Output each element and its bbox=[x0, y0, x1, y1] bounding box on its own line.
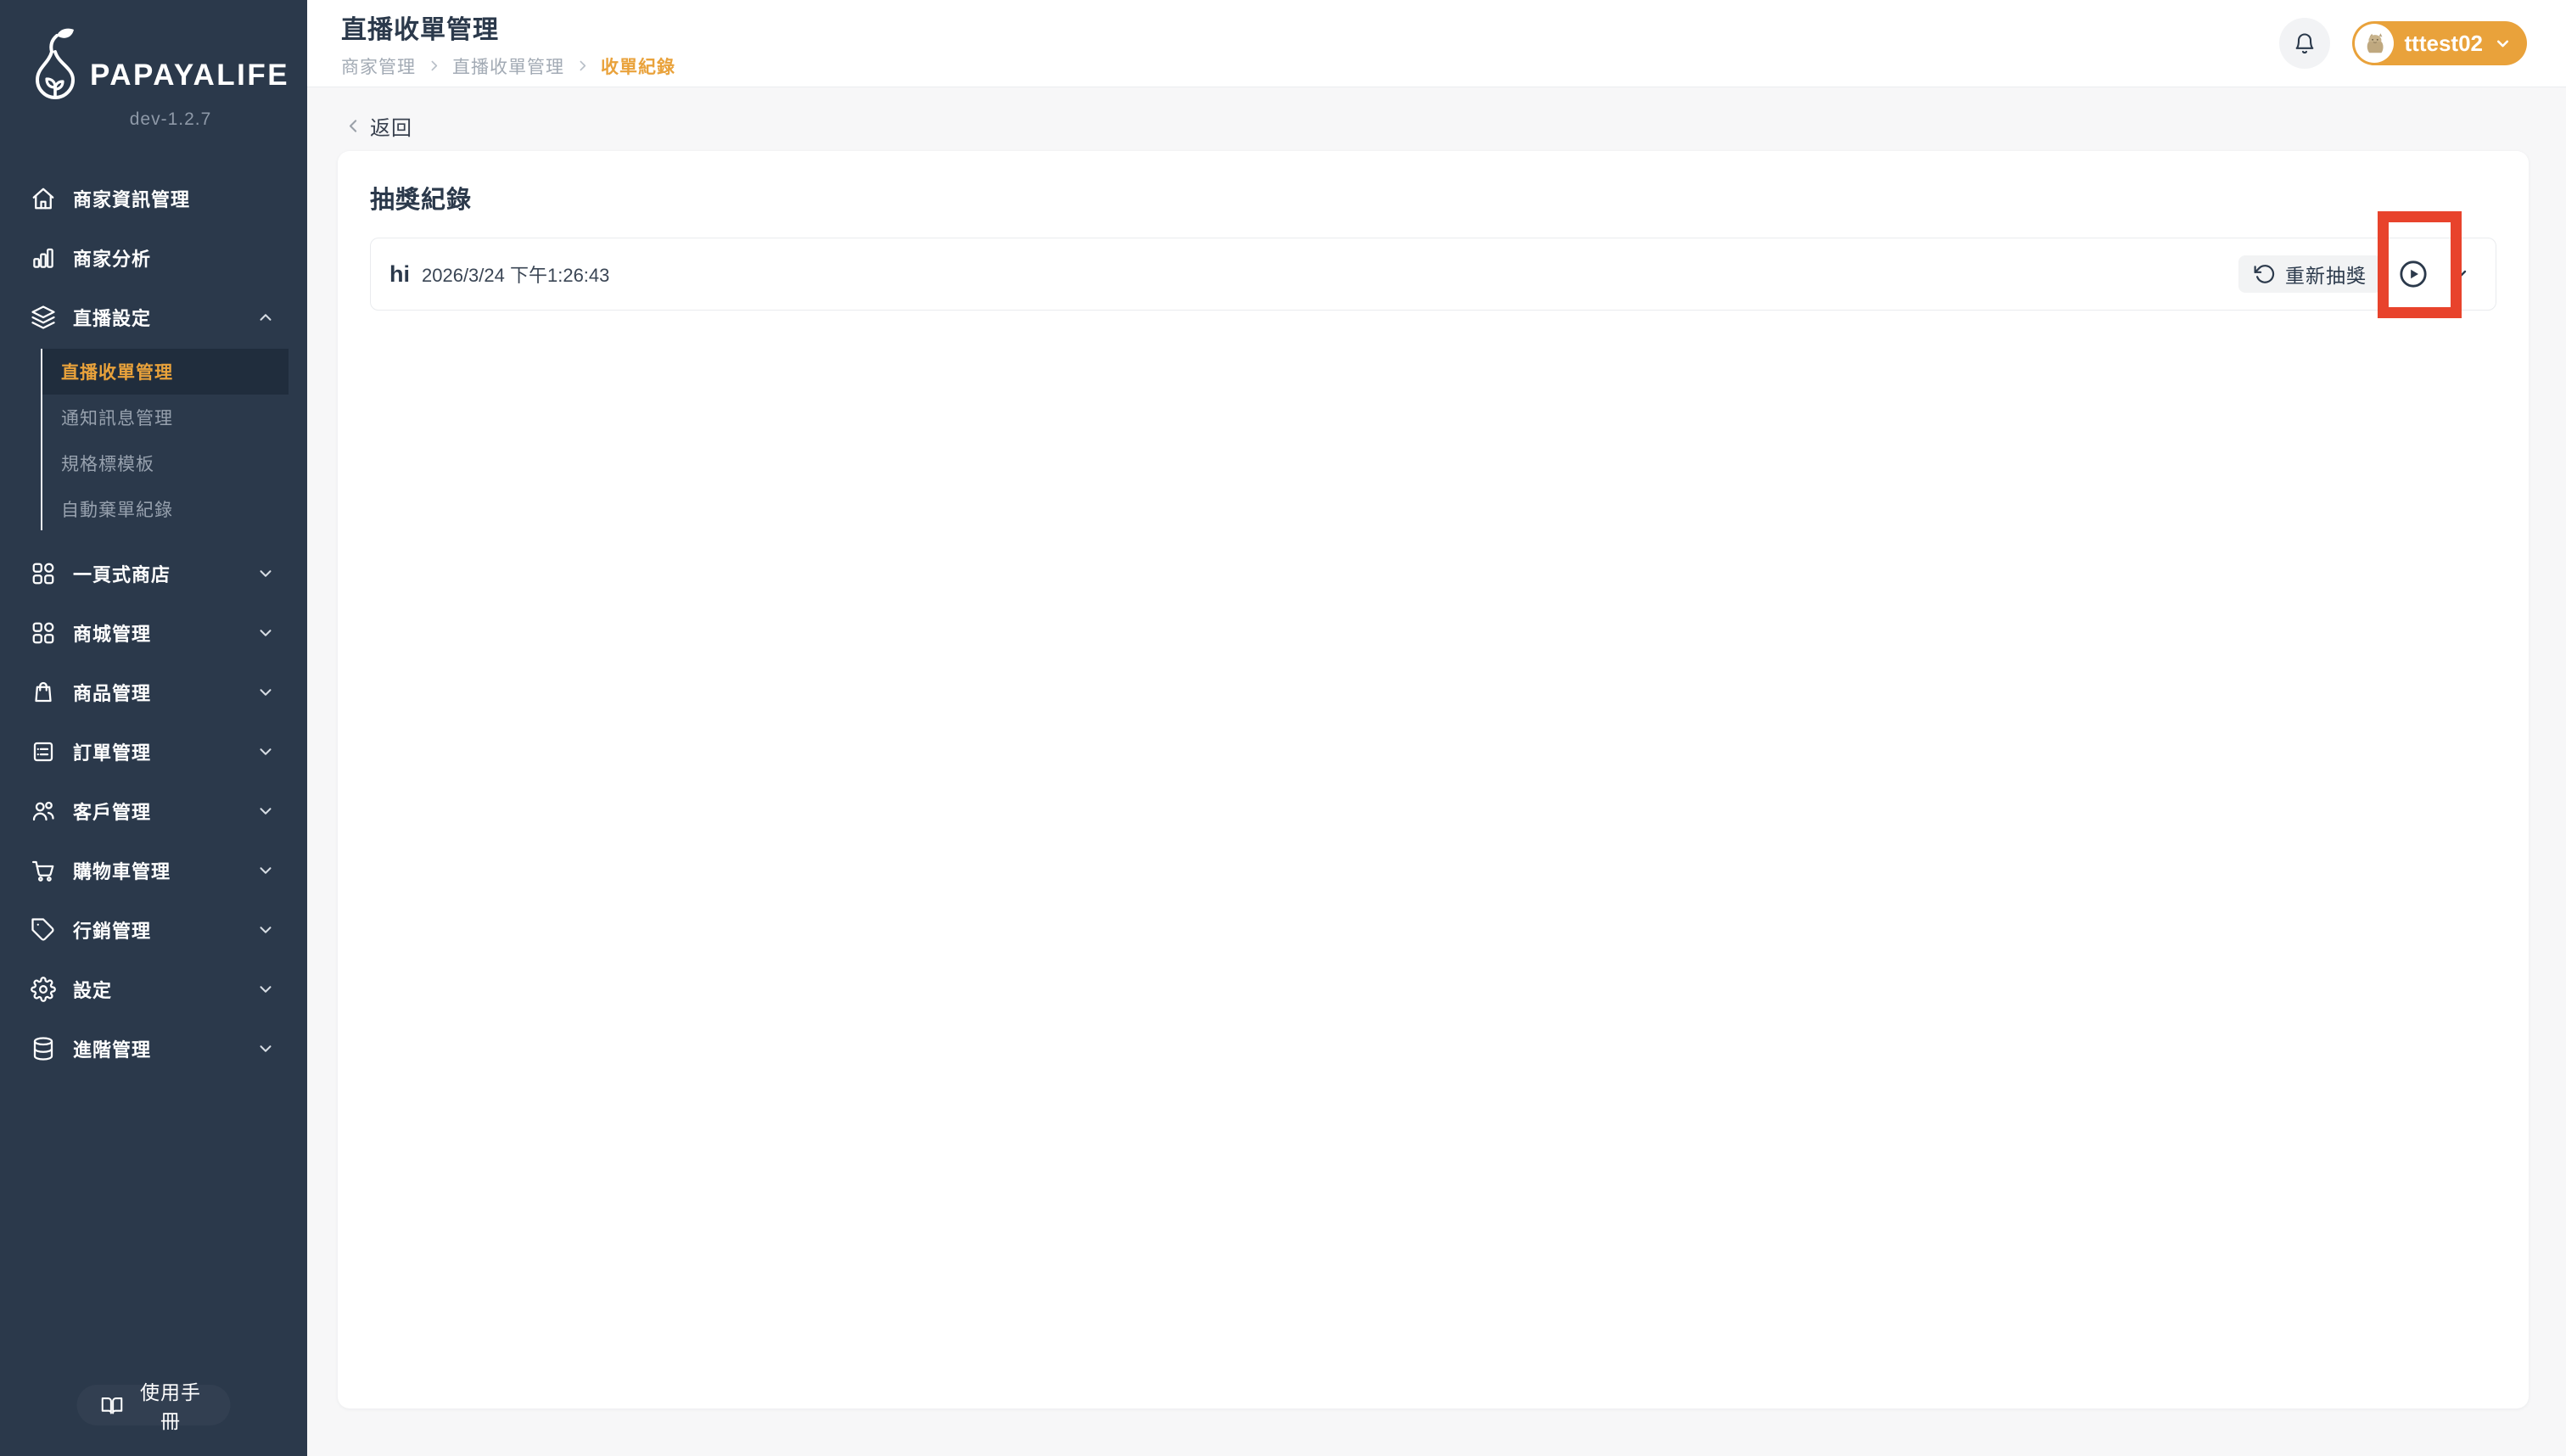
breadcrumb-item[interactable]: 直播收單管理 bbox=[452, 53, 564, 79]
chevron-left-icon bbox=[345, 117, 362, 135]
card-title: 抽獎紀錄 bbox=[370, 180, 2496, 216]
sidebar-item-advanced-management[interactable]: 進階管理 bbox=[0, 1019, 307, 1078]
sidebar-subitem-notification-message[interactable]: 通知訊息管理 bbox=[42, 395, 289, 440]
sidebar-item-settings[interactable]: 設定 bbox=[0, 960, 307, 1019]
chevron-up-icon bbox=[256, 308, 275, 327]
content-area: 返回 抽獎紀錄 hi 2026/3/24 下午1:26:43 重新抽獎 bbox=[307, 87, 2566, 1408]
brand-row: PAPAYALIFE bbox=[34, 28, 307, 108]
user-manual-button[interactable]: 使用手冊 bbox=[77, 1385, 231, 1425]
order-list-icon bbox=[31, 739, 56, 764]
shopping-bag-icon bbox=[31, 680, 56, 705]
lottery-record-row: hi 2026/3/24 下午1:26:43 重新抽獎 bbox=[370, 238, 2496, 311]
breadcrumb: 商家管理 直播收單管理 收單紀錄 bbox=[341, 53, 675, 79]
chevron-right-icon bbox=[575, 59, 590, 73]
category-grid-icon bbox=[31, 561, 56, 586]
sidebar-item-marketing-management[interactable]: 行銷管理 bbox=[0, 900, 307, 960]
row-expand-button[interactable] bbox=[2450, 264, 2470, 284]
topbar: 直播收單管理 商家管理 直播收單管理 收單紀錄 bbox=[307, 0, 2566, 87]
app-version: dev-1.2.7 bbox=[34, 109, 307, 130]
chevron-right-icon bbox=[427, 59, 441, 73]
sidebar-item-one-page-shop[interactable]: 一頁式商店 bbox=[0, 544, 307, 603]
notifications-button[interactable] bbox=[2279, 18, 2330, 69]
chevron-down-icon bbox=[256, 980, 275, 999]
play-button[interactable] bbox=[2399, 260, 2428, 288]
sidebar-subitem-auto-abandon-record[interactable]: 自動棄單紀錄 bbox=[42, 486, 289, 532]
brand-name: PAPAYALIFE bbox=[90, 59, 289, 108]
chevron-down-icon bbox=[256, 1039, 275, 1058]
bell-icon bbox=[2293, 31, 2317, 55]
main-area: 直播收單管理 商家管理 直播收單管理 收單紀錄 bbox=[307, 0, 2566, 1456]
avatar bbox=[2355, 24, 2394, 63]
sidebar-subitem-live-order-management[interactable]: 直播收單管理 bbox=[42, 349, 289, 395]
record-actions: 重新抽獎 bbox=[2238, 255, 2470, 293]
sidebar-item-merchant-analytics[interactable]: 商家分析 bbox=[0, 228, 307, 288]
breadcrumb-item-current: 收單紀錄 bbox=[601, 53, 675, 79]
chevron-down-icon bbox=[256, 683, 275, 702]
topbar-actions: tttest02 bbox=[2279, 18, 2527, 69]
sidebar-item-product-management[interactable]: 商品管理 bbox=[0, 663, 307, 722]
redraw-button[interactable]: 重新抽獎 bbox=[2238, 255, 2382, 293]
chevron-down-icon bbox=[256, 921, 275, 939]
lottery-records-card: 抽獎紀錄 hi 2026/3/24 下午1:26:43 重新抽獎 bbox=[338, 151, 2529, 1408]
layers-icon bbox=[31, 305, 56, 330]
chevron-down-icon bbox=[2450, 264, 2470, 284]
page-heading: 直播收單管理 商家管理 直播收單管理 收單紀錄 bbox=[341, 8, 675, 79]
submenu-indicator-line bbox=[41, 349, 42, 530]
chevron-down-icon bbox=[256, 564, 275, 583]
sidebar-item-cart-management[interactable]: 購物車管理 bbox=[0, 841, 307, 900]
book-open-icon bbox=[101, 1394, 124, 1417]
sidebar-item-order-management[interactable]: 訂單管理 bbox=[0, 722, 307, 781]
sidebar-subitem-spec-template[interactable]: 規格標模板 bbox=[42, 440, 289, 486]
record-timestamp: 2026/3/24 下午1:26:43 bbox=[422, 260, 609, 288]
sidebar-item-mall-management[interactable]: 商城管理 bbox=[0, 603, 307, 663]
gear-icon bbox=[31, 977, 56, 1002]
bar-chart-icon bbox=[31, 245, 56, 271]
cart-icon bbox=[31, 858, 56, 883]
tag-icon bbox=[31, 917, 56, 943]
chevron-down-icon bbox=[256, 624, 275, 642]
page-title: 直播收單管理 bbox=[341, 8, 675, 46]
papaya-pear-logo-icon bbox=[34, 28, 76, 108]
play-circle-icon bbox=[2399, 260, 2428, 288]
record-name: hi bbox=[389, 261, 410, 288]
user-name: tttest02 bbox=[2405, 31, 2483, 57]
back-button[interactable]: 返回 bbox=[345, 115, 412, 137]
live-settings-submenu: 直播收單管理 通知訊息管理 規格標模板 自動棄單紀錄 bbox=[0, 347, 307, 532]
sidebar-menu: 商家資訊管理 商家分析 直播設定 直播收單管理 通知訊息管理 bbox=[0, 169, 307, 1078]
sidebar-item-customer-management[interactable]: 客戶管理 bbox=[0, 781, 307, 841]
chevron-down-icon bbox=[2494, 35, 2512, 53]
brand: PAPAYALIFE dev-1.2.7 bbox=[0, 0, 307, 130]
chevron-down-icon bbox=[256, 802, 275, 820]
users-icon bbox=[31, 798, 56, 824]
sidebar-item-merchant-info[interactable]: 商家資訊管理 bbox=[0, 169, 307, 228]
sidebar-item-live-settings[interactable]: 直播設定 bbox=[0, 288, 307, 347]
category-grid-icon bbox=[31, 620, 56, 646]
sidebar: PAPAYALIFE dev-1.2.7 商家資訊管理 商家分析 直播設定 bbox=[0, 0, 307, 1456]
rotate-ccw-icon bbox=[2254, 263, 2276, 285]
chevron-down-icon bbox=[256, 861, 275, 880]
database-icon bbox=[31, 1036, 56, 1061]
chevron-down-icon bbox=[256, 742, 275, 761]
user-menu-button[interactable]: tttest02 bbox=[2352, 21, 2527, 65]
home-icon bbox=[31, 186, 56, 211]
breadcrumb-item[interactable]: 商家管理 bbox=[341, 53, 416, 79]
